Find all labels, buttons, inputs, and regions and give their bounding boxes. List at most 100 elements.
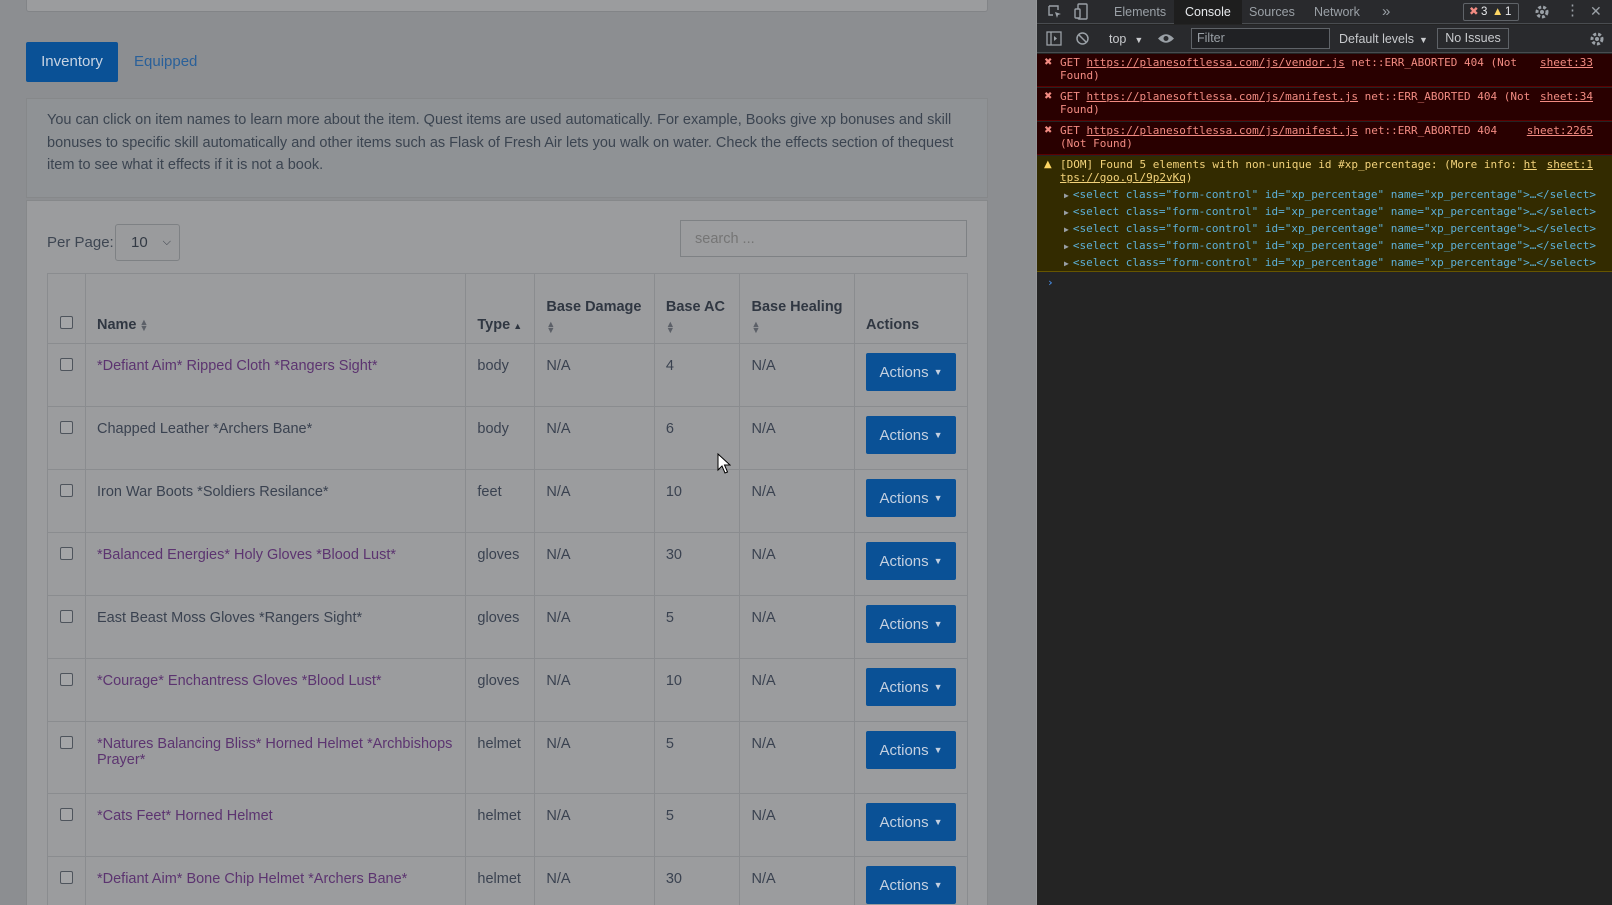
chevron-down-icon: ⌵: [162, 236, 171, 248]
item-name-link[interactable]: *Cats Feet* Horned Helmet: [97, 808, 273, 824]
top-card: [26, 0, 988, 12]
row-checkbox[interactable]: [60, 871, 73, 884]
actions-button[interactable]: Actions ▼: [866, 479, 956, 517]
actions-button-label: Actions: [879, 679, 929, 696]
item-name-cell: *Defiant Aim* Ripped Cloth *Rangers Sigh…: [84, 343, 467, 407]
more-tabs-button[interactable]: »: [1382, 0, 1390, 24]
dom-node-markup: <select class="form-control" id="xp_perc…: [1072, 239, 1597, 252]
more-info-link-continued[interactable]: tps://goo.gl/9p2vKq: [1060, 171, 1186, 184]
tab-equipped[interactable]: Equipped: [134, 42, 197, 82]
item-actions-cell: Actions ▼: [854, 469, 968, 533]
source-link[interactable]: sheet:1: [1547, 158, 1593, 172]
item-base-damage: N/A: [534, 343, 655, 407]
close-icon[interactable]: ✕: [1590, 0, 1602, 22]
dropdown-arrow-icon: ▼: [1419, 35, 1428, 45]
duplicate-id-node-list: ▶ <select class="form-control" id="xp_per…: [1064, 188, 1599, 273]
console-filter-input[interactable]: Filter: [1191, 28, 1330, 49]
actions-button[interactable]: Actions ▼: [866, 668, 956, 706]
dom-node-entry[interactable]: ▶ <select class="form-control" id="xp_per…: [1064, 205, 1599, 222]
console-toolbar: top ▼ Filter Default levels ▼ No Issues: [1037, 25, 1612, 53]
row-checkbox[interactable]: [60, 610, 73, 623]
tab-network[interactable]: Network: [1314, 0, 1360, 24]
item-name-link[interactable]: Iron War Boots *Soldiers Resilance*: [97, 484, 329, 500]
row-checkbox[interactable]: [60, 808, 73, 821]
dom-node-entry[interactable]: ▶ <select class="form-control" id="xp_per…: [1064, 188, 1599, 205]
tab-console[interactable]: Console: [1174, 0, 1242, 24]
request-url-link[interactable]: https://planesoftlessa.com/js/manifest.j…: [1087, 90, 1359, 103]
row-checkbox[interactable]: [60, 484, 73, 497]
request-url-link[interactable]: https://planesoftlessa.com/js/vendor.js: [1087, 56, 1345, 69]
clear-console-icon[interactable]: [1075, 31, 1090, 46]
table-row: *Defiant Aim* Ripped Cloth *Rangers Sigh…: [47, 343, 968, 407]
log-levels-label: Default levels: [1339, 32, 1415, 46]
item-name-link[interactable]: *Natures Balancing Bliss* Horned Helmet …: [97, 736, 452, 768]
context-selector[interactable]: top ▼: [1109, 25, 1143, 54]
header-base-damage[interactable]: Base Damage ▲ ▼: [534, 273, 655, 344]
more-info-link[interactable]: ht: [1524, 158, 1537, 171]
item-name-link[interactable]: East Beast Moss Gloves *Rangers Sight*: [97, 610, 362, 626]
dom-node-entry[interactable]: ▶ <select class="form-control" id="xp_per…: [1064, 256, 1599, 273]
item-type: body: [465, 406, 536, 470]
source-link[interactable]: sheet:34: [1540, 90, 1593, 104]
header-base-healing[interactable]: Base Healing ▲ ▼: [739, 273, 855, 344]
actions-button[interactable]: Actions ▼: [866, 866, 956, 904]
header-base-ac[interactable]: Base AC ▲ ▼: [653, 273, 741, 344]
search-input[interactable]: [680, 220, 967, 257]
row-checkbox[interactable]: [60, 421, 73, 434]
issue-counters[interactable]: ✖ 3 ▲ 1: [1463, 3, 1519, 21]
dom-node-entry[interactable]: ▶ <select class="form-control" id="xp_per…: [1064, 222, 1599, 239]
actions-button[interactable]: Actions ▼: [866, 416, 956, 454]
tab-elements[interactable]: Elements: [1114, 0, 1166, 24]
item-name-link[interactable]: *Balanced Energies* Holy Gloves *Blood L…: [97, 547, 396, 563]
sort-icon: ▲ ▼: [139, 317, 149, 334]
item-base-ac: 30: [653, 532, 741, 596]
actions-button[interactable]: Actions ▼: [866, 542, 956, 580]
item-name-link[interactable]: *Defiant Aim* Ripped Cloth *Rangers Sigh…: [97, 358, 377, 374]
inspect-element-icon[interactable]: [1047, 4, 1063, 20]
console-prompt[interactable]: ›: [1047, 276, 1054, 289]
row-checkbox[interactable]: [60, 736, 73, 749]
caret-down-icon: ▼: [933, 745, 943, 755]
actions-button[interactable]: Actions ▼: [866, 803, 956, 841]
item-name-link[interactable]: Chapped Leather *Archers Bane*: [97, 421, 312, 437]
device-toolbar-icon[interactable]: [1074, 3, 1090, 21]
row-checkbox[interactable]: [60, 547, 73, 560]
no-issues-button[interactable]: No Issues: [1437, 28, 1509, 49]
request-method: GET: [1060, 56, 1087, 69]
dom-node-markup: <select class="form-control" id="xp_perc…: [1072, 222, 1597, 235]
console-settings-gear-icon[interactable]: [1589, 31, 1605, 47]
eye-icon[interactable]: [1157, 32, 1175, 45]
header-type[interactable]: Type ▲: [465, 273, 536, 344]
select-all-checkbox[interactable]: [60, 316, 73, 329]
row-checkbox[interactable]: [60, 358, 73, 371]
inventory-table: Name ▲ ▼ Type ▲ Base Damage ▲ ▼ Base AC ▲ ▼ Bas…: [47, 273, 968, 905]
tab-inventory[interactable]: Inventory: [26, 42, 118, 82]
row-checkbox[interactable]: [60, 673, 73, 686]
source-link[interactable]: sheet:2265: [1527, 124, 1593, 138]
actions-button[interactable]: Actions ▼: [866, 605, 956, 643]
per-page-select[interactable]: 10 ⌵: [115, 224, 180, 261]
item-name-cell: East Beast Moss Gloves *Rangers Sight*: [84, 595, 467, 659]
source-link[interactable]: sheet:33: [1540, 56, 1593, 70]
item-name-link[interactable]: *Defiant Aim* Bone Chip Helmet *Archers …: [97, 871, 407, 887]
dom-node-entry[interactable]: ▶ <select class="form-control" id="xp_per…: [1064, 239, 1599, 256]
header-name-label: Name: [96, 317, 137, 333]
item-actions-cell: Actions ▼: [854, 658, 968, 722]
console-error-message: ✖ GET https://planesoftlessa.com/js/mani…: [1037, 88, 1612, 121]
item-type: helmet: [465, 721, 536, 794]
header-name[interactable]: Name ▲ ▼: [84, 273, 467, 344]
settings-gear-icon[interactable]: [1534, 4, 1550, 20]
item-name-link[interactable]: *Courage* Enchantress Gloves *Blood Lust…: [97, 673, 382, 689]
error-text-continued: Found): [1060, 69, 1100, 82]
actions-button[interactable]: Actions ▼: [866, 731, 956, 769]
kebab-menu-icon[interactable]: ⋮: [1565, 0, 1580, 22]
request-url-link[interactable]: https://planesoftlessa.com/js/manifest.j…: [1087, 124, 1359, 137]
log-levels-dropdown[interactable]: Default levels ▼: [1339, 25, 1428, 54]
actions-button[interactable]: Actions ▼: [866, 353, 956, 391]
item-base-healing: N/A: [739, 532, 855, 596]
item-base-ac: 5: [653, 793, 741, 857]
header-actions: Actions: [854, 273, 968, 344]
tab-sources[interactable]: Sources: [1249, 0, 1295, 24]
sidebar-toggle-icon[interactable]: [1046, 31, 1062, 46]
item-name-cell: *Cats Feet* Horned Helmet: [84, 793, 467, 857]
